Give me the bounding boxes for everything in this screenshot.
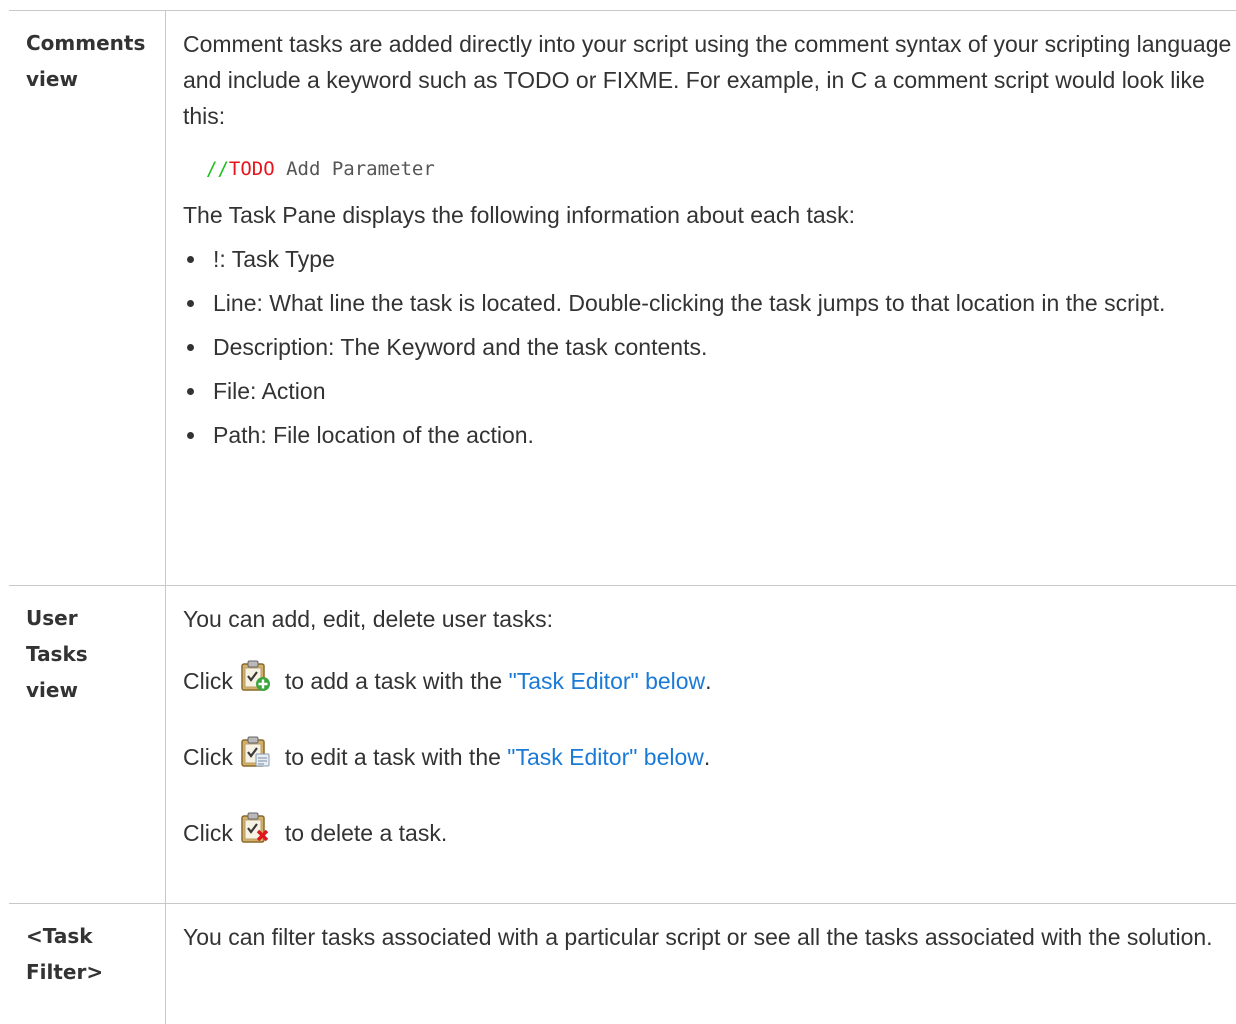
table-row-comments-view: Comments view Comment tasks are added di… bbox=[9, 11, 1236, 586]
row-description-cell: You can filter tasks associated with a p… bbox=[166, 904, 1236, 1024]
table-row-task-filter: <Task Filter> You can filter tasks assoc… bbox=[9, 904, 1236, 1024]
task-filter-text: You can filter tasks associated with a p… bbox=[183, 919, 1235, 955]
task-info-list: !: Task Type Line: What line the task is… bbox=[183, 241, 1235, 453]
bullet-icon bbox=[187, 256, 194, 263]
options-table: Comments view Comment tasks are added di… bbox=[9, 10, 1236, 1024]
row-label-cell: Comments view bbox=[9, 11, 166, 586]
comments-intro-text: Comment tasks are added directly into yo… bbox=[183, 26, 1235, 134]
row-description-cell: Comment tasks are added directly into yo… bbox=[166, 11, 1236, 586]
code-text: Add Parameter bbox=[275, 158, 435, 180]
table-row-user-tasks-view: User Tasks view You can add, edit, delet… bbox=[9, 586, 1236, 904]
add-task-instruction: Click to add a task with the "Task Edito… bbox=[183, 659, 1235, 699]
edit-task-icon[interactable] bbox=[239, 735, 271, 769]
list-item: Line: What line the task is located. Dou… bbox=[183, 285, 1235, 321]
delete-task-icon[interactable] bbox=[239, 811, 271, 845]
row-label: Comments view bbox=[9, 11, 165, 97]
row-label: User Tasks view bbox=[9, 586, 165, 708]
delete-task-instruction: Click to delete a task. bbox=[183, 811, 1235, 851]
row-description-cell: You can add, edit, delete user tasks: Cl… bbox=[166, 586, 1236, 904]
row-label: <Task Filter> bbox=[9, 904, 165, 990]
code-example: //TODO Add Parameter bbox=[206, 151, 1235, 187]
row-label-cell: <Task Filter> bbox=[9, 904, 166, 1024]
list-item: Path: File location of the action. bbox=[183, 417, 1235, 453]
edit-task-instruction: Click to edit a task with the "Task Edit… bbox=[183, 735, 1235, 775]
bullet-icon bbox=[187, 388, 194, 395]
task-editor-link[interactable]: "Task Editor" below bbox=[509, 663, 706, 699]
add-task-icon[interactable] bbox=[239, 659, 271, 693]
code-comment-slashes: // bbox=[206, 158, 229, 180]
list-item: !: Task Type bbox=[183, 241, 1235, 277]
bullet-icon bbox=[187, 432, 194, 439]
task-editor-link[interactable]: "Task Editor" below bbox=[507, 739, 704, 775]
list-item: File: Action bbox=[183, 373, 1235, 409]
bullet-icon bbox=[187, 300, 194, 307]
row-label-cell: User Tasks view bbox=[9, 586, 166, 904]
list-item: Description: The Keyword and the task co… bbox=[183, 329, 1235, 365]
code-keyword: TODO bbox=[229, 158, 275, 180]
task-pane-info-text: The Task Pane displays the following inf… bbox=[183, 197, 1235, 233]
bullet-icon bbox=[187, 344, 194, 351]
user-tasks-intro-text: You can add, edit, delete user tasks: bbox=[183, 601, 1235, 637]
